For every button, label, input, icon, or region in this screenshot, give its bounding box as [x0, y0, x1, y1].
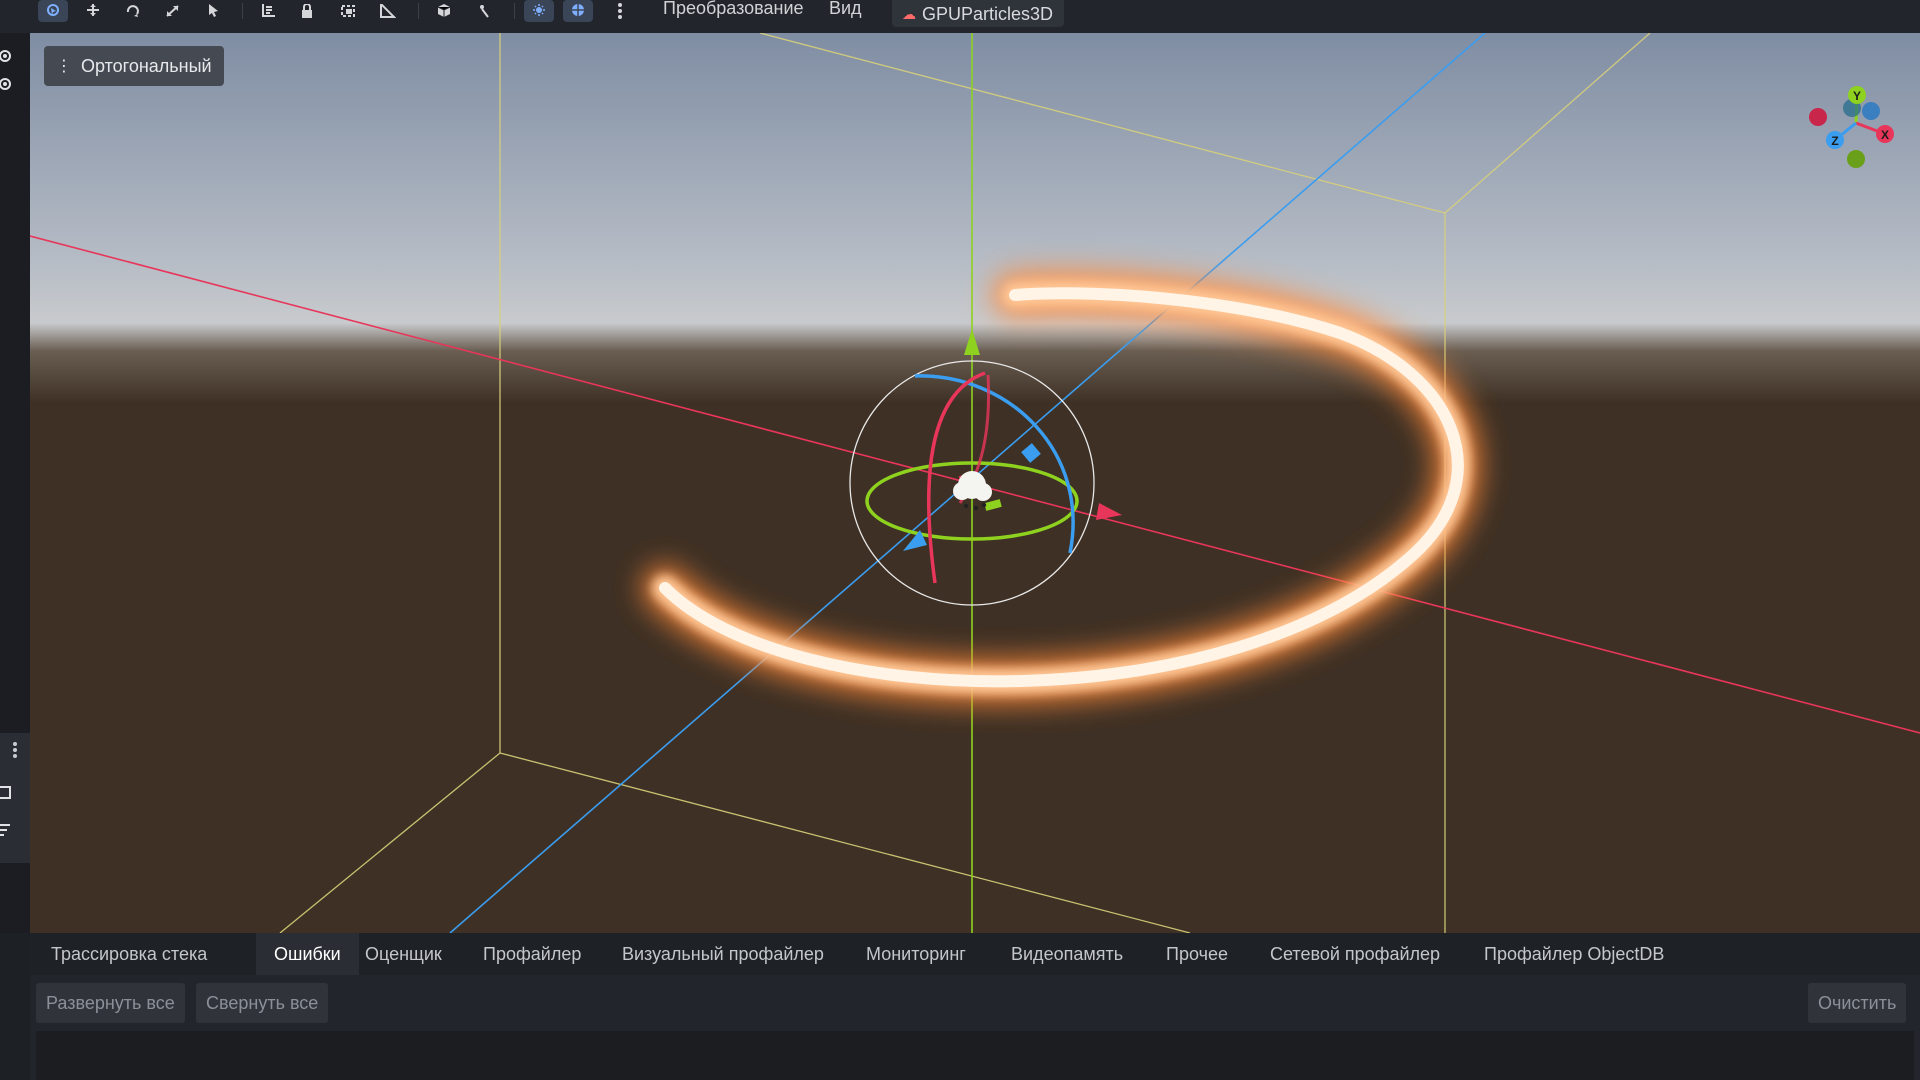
tab-stack-trace[interactable]: Трассировка стека	[51, 933, 207, 975]
environment-icon[interactable]	[563, 0, 593, 22]
view-mode-label: Ортогональный	[81, 55, 212, 76]
select-mode-icon[interactable]	[38, 0, 68, 22]
3d-viewport[interactable]: Y X Z ⋮ Ортогональный	[30, 33, 1920, 933]
tab-video-ram[interactable]: Видеопамять	[1011, 933, 1123, 975]
toolbar-separator	[514, 3, 515, 19]
left-dock-panel	[0, 733, 30, 863]
viewport-scene: Y X Z	[30, 33, 1920, 933]
sky-background	[30, 33, 1920, 323]
z-axis-label: Z	[1831, 134, 1838, 148]
horizon-band	[30, 323, 1920, 403]
tab-visual-profiler[interactable]: Визуальный профайлер	[622, 933, 824, 975]
y-axis-label: Y	[1853, 89, 1861, 103]
scale-icon[interactable]	[158, 0, 188, 22]
x-axis-label: X	[1881, 128, 1889, 142]
selected-node-name: GPUParticles3D	[922, 3, 1054, 24]
tab-network-profiler[interactable]: Сетевой профайлер	[1270, 933, 1440, 975]
transform-menu[interactable]: Преобразование	[663, 0, 804, 22]
visibility-icon[interactable]	[0, 49, 14, 63]
tab-misc[interactable]: Прочее	[1166, 933, 1228, 975]
left-dock-strip	[0, 33, 30, 933]
group-icon[interactable]	[333, 0, 363, 22]
pointer-icon[interactable]	[198, 0, 228, 22]
rotate-icon[interactable]	[118, 0, 148, 22]
lock-icon[interactable]	[292, 0, 322, 22]
toolbar-separator	[242, 3, 243, 19]
panel-icon[interactable]	[0, 785, 14, 799]
debugger-panel: Трассировка стека Ошибки Оценщик Профайл…	[30, 933, 1920, 1080]
particles-icon: ☁	[902, 5, 916, 22]
sun-icon[interactable]	[524, 0, 554, 22]
tab-objectdb-profiler[interactable]: Профайлер ObjectDB	[1484, 933, 1664, 975]
view-mode-menu-button[interactable]: ⋮ Ортогональный	[44, 46, 224, 86]
selected-node-chip[interactable]: ☁ GPUParticles3D	[892, 0, 1064, 27]
error-list[interactable]	[36, 1031, 1914, 1080]
list-select-icon[interactable]	[254, 0, 284, 22]
tab-monitors[interactable]: Мониторинг	[866, 933, 966, 975]
editor-toolbar: Преобразование Вид ☁ GPUParticles3D	[0, 0, 1920, 33]
move-icon[interactable]	[78, 0, 108, 22]
cube-icon[interactable]	[429, 0, 459, 22]
visibility-icon[interactable]	[0, 77, 14, 91]
tab-evaluator[interactable]: Оценщик	[365, 933, 442, 975]
ruler-icon[interactable]	[372, 0, 402, 22]
clear-button[interactable]: Очистить	[1808, 983, 1907, 1023]
filter-icon[interactable]	[0, 823, 14, 837]
tab-profiler[interactable]: Профайлер	[483, 933, 581, 975]
dock-menu-icon[interactable]	[12, 741, 26, 758]
view-menu[interactable]: Вид	[829, 0, 862, 22]
debugger-tab-bar: Трассировка стека Ошибки Оценщик Профайл…	[30, 933, 1920, 975]
bone-icon[interactable]	[470, 0, 500, 22]
collapse-all-button[interactable]: Свернуть все	[196, 983, 329, 1023]
tab-errors[interactable]: Ошибки	[256, 933, 359, 975]
more-icon[interactable]	[605, 0, 635, 22]
toolbar-separator	[418, 3, 419, 19]
kebab-menu-icon: ⋮	[56, 58, 72, 75]
expand-all-button[interactable]: Развернуть все	[36, 983, 185, 1023]
